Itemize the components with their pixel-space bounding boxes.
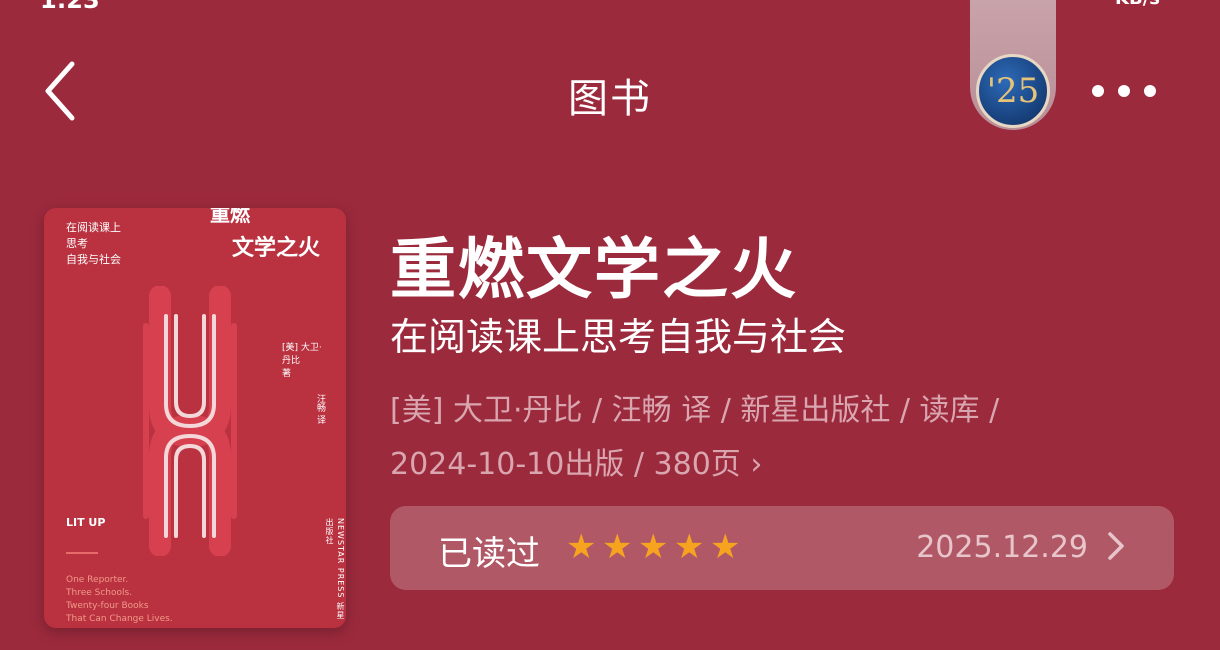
cover-translator: 汪畅 译 xyxy=(315,394,325,424)
rating-stars: ★ ★ ★ ★ ★ xyxy=(566,530,744,564)
cover-title: 文学之火 xyxy=(232,236,321,261)
cover-title-top: 重燃 xyxy=(210,208,250,226)
chevron-right-icon xyxy=(1108,532,1124,560)
year-badge[interactable]: '25 xyxy=(976,54,1050,128)
star-icon: ★ xyxy=(566,527,597,567)
book-cover[interactable]: 在阅读课上 思考 自我与社会 重燃 文学之火 [美] 大卫·丹比 著 汪畅 译 … xyxy=(44,208,346,628)
cover-lit-up: LIT UP xyxy=(66,516,106,529)
book-meta-line-1: [美] 大卫·丹比 / 汪畅 译 / 新星出版社 / 读库 / xyxy=(390,393,1000,428)
more-dot-icon xyxy=(1118,85,1130,97)
more-dot-icon xyxy=(1092,85,1104,97)
cover-small-text: 在阅读课上 思考 自我与社会 xyxy=(66,221,121,266)
status-time: 1:23 xyxy=(40,0,100,14)
year-badge-text: '25 xyxy=(986,71,1040,111)
reading-status-bar[interactable]: 已读过 ★ ★ ★ ★ ★ 2025.12.29 xyxy=(390,506,1174,590)
book-meta-line-2: 2024-10-10出版 / 380页 xyxy=(390,447,741,482)
book-meta[interactable]: [美] 大卫·丹比 / 汪畅 译 / 新星出版社 / 读库 / 2024-10-… xyxy=(390,384,1090,492)
reading-date: 2025.12.29 xyxy=(916,530,1088,565)
chevron-right-icon: › xyxy=(750,447,763,482)
cover-english-text: One Reporter. Three Schools. Twenty-four… xyxy=(66,575,173,624)
star-icon: ★ xyxy=(602,527,633,567)
star-icon: ★ xyxy=(710,527,741,567)
star-icon: ★ xyxy=(674,527,705,567)
more-dot-icon xyxy=(1144,85,1156,97)
book-subtitle: 在阅读课上思考自我与社会 xyxy=(390,315,847,359)
cover-publisher: NEWSTAR PRESS 新星出版社 xyxy=(325,518,345,621)
book-title: 重燃文学之火 xyxy=(390,231,798,308)
more-button[interactable] xyxy=(1092,80,1156,102)
network-speed: KB/s xyxy=(1115,0,1160,9)
cover-art-illustration xyxy=(143,286,237,556)
cover-divider xyxy=(66,552,98,554)
book-meta-line-2-row: 2024-10-10出版 / 380页 › xyxy=(390,438,1090,492)
star-icon: ★ xyxy=(638,527,669,567)
reading-status-label: 已读过 xyxy=(438,534,540,574)
cover-author: [美] 大卫·丹比 著 xyxy=(282,343,322,379)
